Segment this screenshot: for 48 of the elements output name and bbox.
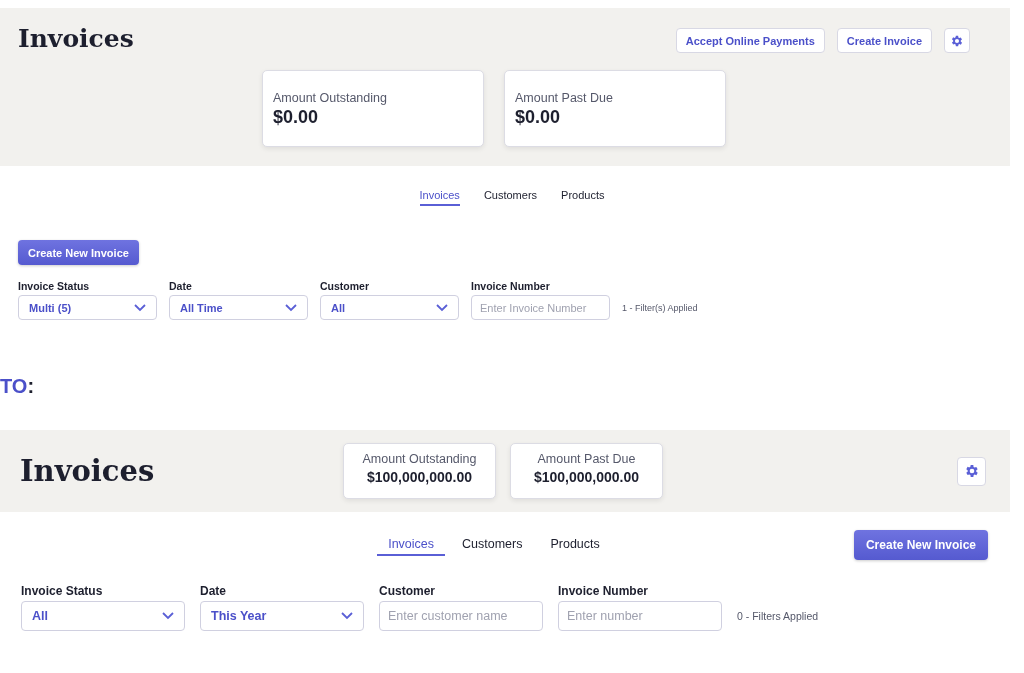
- page-title: Invoices: [18, 24, 134, 54]
- filter-label: Invoice Number: [558, 584, 650, 598]
- dropdown[interactable]: This Year: [200, 601, 364, 631]
- filter-label: Date: [200, 584, 227, 598]
- input-field[interactable]: Enter number: [558, 601, 722, 631]
- dropdown[interactable]: All: [320, 295, 459, 320]
- tab[interactable]: Customers: [451, 534, 534, 556]
- colon-text: :: [27, 375, 35, 397]
- header-button[interactable]: Create Invoice: [836, 28, 932, 53]
- chevron-down-icon: [162, 612, 174, 620]
- filter-label: Invoice Status: [18, 280, 91, 292]
- filter-label: Invoice Status: [21, 584, 104, 598]
- filters-applied-text: 1 - Filter(s) Applied: [622, 303, 698, 313]
- chevron-down-icon: [436, 303, 448, 312]
- stat-value: $100,000,000.00: [532, 469, 641, 485]
- filters-applied-text: 0 - Filters Applied: [737, 610, 819, 622]
- stat-label: Amount Outstanding: [273, 91, 388, 105]
- dropdown[interactable]: All Time: [169, 295, 308, 320]
- page-title: Invoices: [20, 454, 156, 488]
- filter-label: Invoice Number: [471, 280, 551, 292]
- tab[interactable]: Products: [539, 534, 611, 556]
- stat-label: Amount Past Due: [536, 452, 637, 466]
- tab[interactable]: Invoices: [419, 187, 460, 206]
- input-field[interactable]: Enter customer name: [379, 601, 543, 631]
- tab[interactable]: Products: [561, 187, 605, 206]
- stat-label: Amount Past Due: [515, 91, 614, 105]
- create-invoice-button[interactable]: Create New Invoice: [853, 530, 988, 560]
- tab[interactable]: Customers: [483, 187, 538, 206]
- chevron-down-icon: [341, 612, 353, 620]
- stat-value: $0.00: [515, 107, 562, 128]
- stat-value: $100,000,000.00: [365, 469, 474, 485]
- dropdown[interactable]: All: [21, 601, 185, 631]
- settings-button[interactable]: [944, 28, 970, 53]
- create-invoice-button[interactable]: Create New Invoice: [18, 240, 139, 265]
- transition-label: TO: [0, 375, 28, 397]
- chevron-down-icon: [285, 303, 297, 312]
- header-button[interactable]: Accept Online Payments: [675, 28, 825, 53]
- filter-label: Customer: [379, 584, 436, 598]
- input-field[interactable]: Enter Invoice Number: [471, 295, 610, 320]
- filter-label: Customer: [320, 280, 370, 292]
- chevron-down-icon: [134, 303, 146, 312]
- dropdown[interactable]: Multi (5): [18, 295, 157, 320]
- stat-label: Amount Outstanding: [361, 452, 478, 466]
- settings-icon: [950, 33, 964, 48]
- tab[interactable]: Invoices: [377, 534, 446, 556]
- filter-label: Date: [169, 280, 193, 292]
- stat-value: $0.00: [273, 107, 320, 128]
- settings-button[interactable]: [957, 456, 986, 486]
